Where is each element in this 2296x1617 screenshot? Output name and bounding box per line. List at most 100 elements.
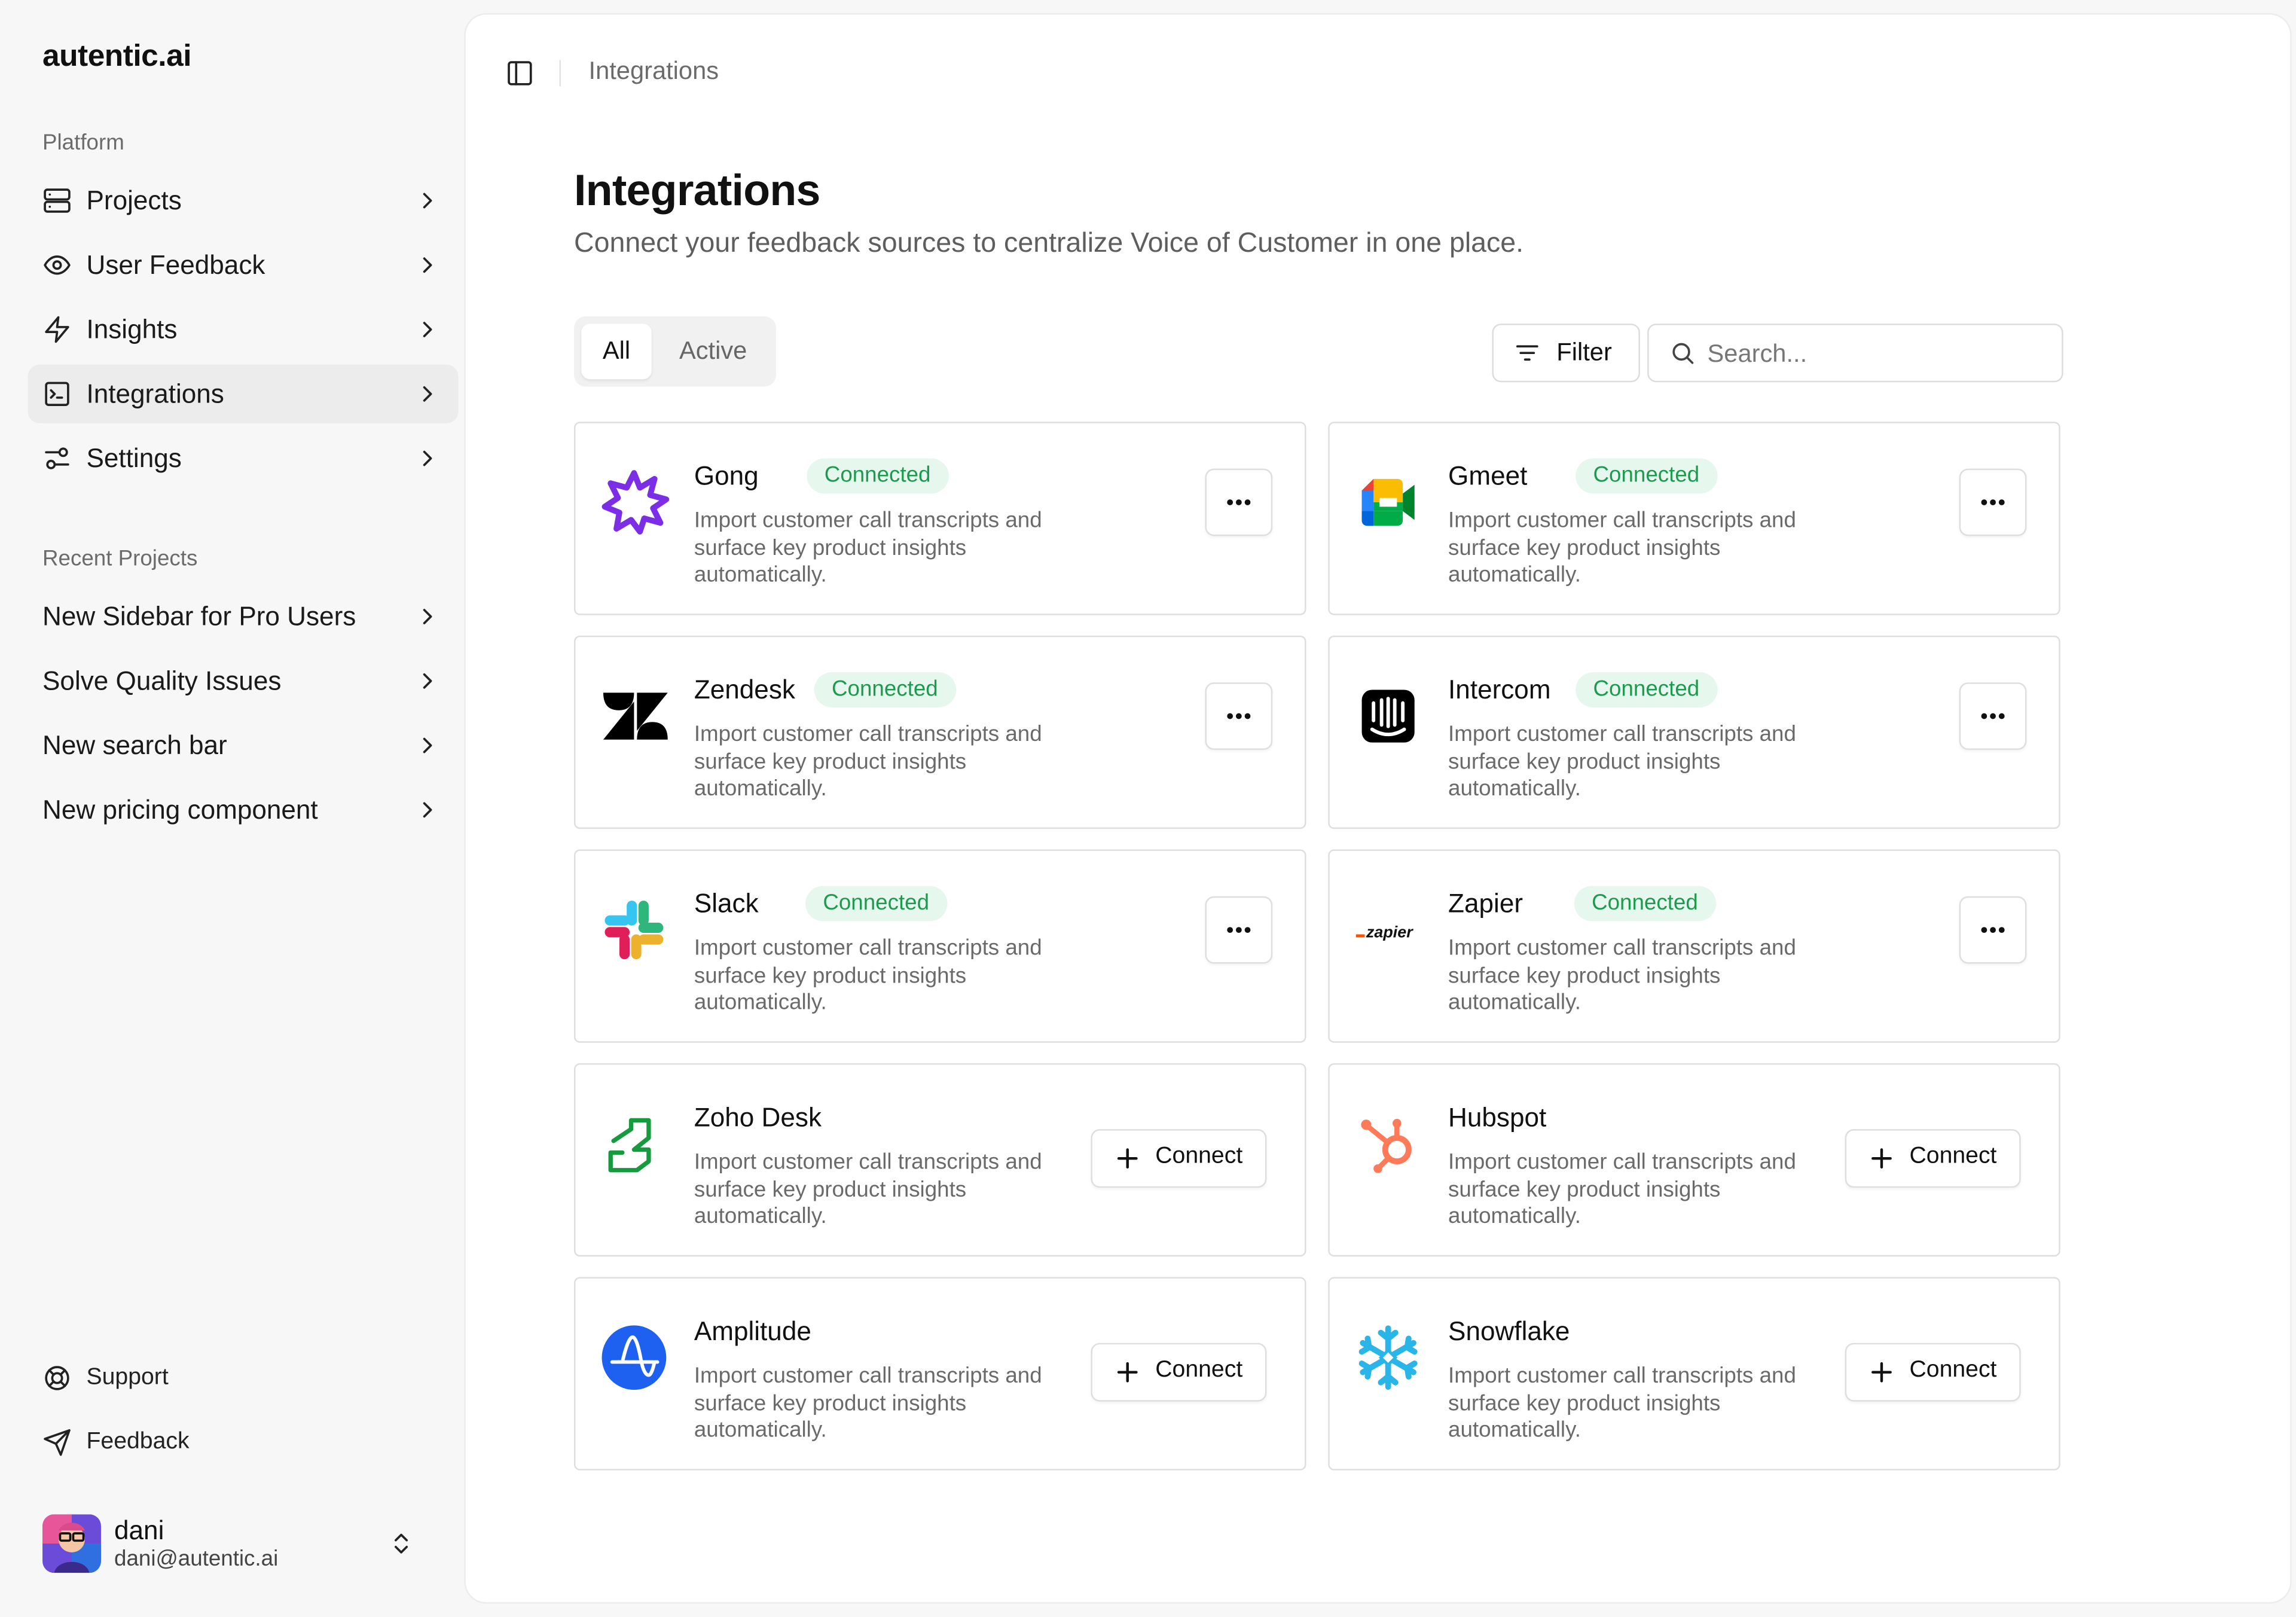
page-title: Integrations (574, 167, 820, 216)
avatar (42, 1514, 101, 1573)
brand-logo-text: autentic.ai (42, 39, 192, 74)
more-options-button[interactable] (1205, 682, 1273, 750)
user-menu[interactable]: dani dani@autentic.ai (28, 1503, 438, 1585)
chevron-right-icon (423, 450, 432, 466)
connect-button[interactable]: Connect (1091, 1343, 1267, 1402)
integration-description: Import customer call transcripts and sur… (1448, 935, 1796, 1015)
sidebar-item-label: Integrations (86, 379, 224, 409)
chevrons-up-down-icon (395, 1533, 408, 1554)
ellipsis-icon (1981, 927, 2005, 933)
integration-description: Import customer call transcripts and sur… (1448, 508, 1796, 588)
main-panel: Integrations Integrations Connect your f… (465, 14, 2291, 1603)
recent-project-item[interactable]: New search bar (28, 716, 459, 775)
integration-name: Snowflake (1448, 1316, 1570, 1346)
sidebar-item-label: Projects (86, 186, 182, 216)
plus-icon (1117, 1362, 1138, 1383)
chevron-right-icon (423, 193, 432, 209)
filter-lines-icon (1516, 345, 1538, 361)
plus-icon (1117, 1148, 1138, 1169)
sidebar-item-projects[interactable]: Projects (28, 172, 459, 230)
search-input[interactable] (1704, 334, 2047, 375)
more-options-button[interactable] (1205, 896, 1273, 964)
connect-button[interactable]: Connect (1845, 1343, 2021, 1402)
search-icon (1672, 343, 1694, 364)
integration-description: Import customer call transcripts and sur… (694, 722, 1042, 801)
integration-description: Import customer call transcripts and sur… (1448, 1149, 1796, 1229)
more-options-button[interactable] (1959, 682, 2027, 750)
connect-label: Connect (1909, 1357, 1997, 1383)
more-options-button[interactable] (1205, 468, 1273, 536)
connect-label: Connect (1155, 1143, 1243, 1169)
filter-label: Filter (1556, 338, 1612, 367)
breadcrumb-divider (559, 60, 561, 87)
support-label: Support (86, 1365, 169, 1390)
recent-project-item[interactable]: New Sidebar for Pro Users (28, 587, 459, 646)
hubspot-logo-icon (1361, 1119, 1412, 1173)
more-options-button[interactable] (1959, 896, 2027, 964)
integration-card-amplitude: Amplitude Import customer call transcrip… (574, 1277, 1306, 1470)
integration-name: Intercom (1448, 675, 1551, 704)
integration-name: Gmeet (1448, 461, 1528, 491)
chevron-right-icon (423, 257, 432, 273)
support-link[interactable]: Support (28, 1351, 459, 1404)
integration-description: Import customer call transcripts and sur… (1448, 1363, 1796, 1443)
chevron-right-icon (423, 737, 432, 753)
integration-name: Amplitude (694, 1316, 811, 1346)
status-badge: Connected (814, 672, 956, 707)
sidebar-item-insights[interactable]: Insights (28, 300, 459, 359)
eye-icon (44, 255, 71, 275)
sidebar: autentic.ai Platform Projects User Feedb… (0, 0, 466, 1617)
zendesk-logo-icon (603, 692, 668, 740)
more-options-button[interactable] (1959, 468, 2027, 536)
connect-button[interactable]: Connect (1845, 1129, 2021, 1188)
zapier-logo-icon: zapier (1355, 923, 1413, 941)
integration-name: Zapier (1448, 889, 1523, 919)
feedback-link[interactable]: Feedback (28, 1416, 459, 1469)
integration-description: Import customer call transcripts and sur… (694, 1363, 1042, 1443)
integration-name: Hubspot (1448, 1103, 1547, 1133)
recent-project-item[interactable]: Solve Quality Issues (28, 652, 459, 710)
status-badge: Connected (807, 458, 948, 494)
panel-left-icon[interactable] (505, 59, 535, 88)
sliders-icon (45, 447, 69, 469)
status-badge: Connected (1576, 458, 1717, 494)
svg-text:zapier: zapier (1366, 923, 1413, 941)
gong-logo-icon (602, 470, 670, 535)
integration-name: Zoho Desk (694, 1103, 822, 1133)
user-email: dani@autentic.ai (114, 1546, 279, 1572)
chevron-right-icon (423, 609, 432, 624)
recent-project-label: New pricing component (42, 795, 318, 825)
life-buoy-icon (45, 1366, 69, 1390)
filter-button[interactable]: Filter (1492, 324, 1640, 383)
integration-card-intercom: Intercom Connected Import customer call … (1328, 635, 2060, 829)
send-icon (44, 1429, 71, 1456)
chevron-right-icon (423, 322, 432, 337)
sidebar-item-integrations[interactable]: Integrations (28, 364, 459, 423)
tab-active[interactable]: Active (659, 324, 767, 379)
connect-button[interactable]: Connect (1091, 1129, 1267, 1188)
integration-description: Import customer call transcripts and sur… (1448, 722, 1796, 801)
integration-description: Import customer call transcripts and sur… (694, 935, 1042, 1015)
chevron-right-icon (423, 673, 432, 689)
sidebar-item-user-feedback[interactable]: User Feedback (28, 236, 459, 294)
integration-description: Import customer call transcripts and sur… (694, 508, 1042, 588)
status-badge: Connected (805, 886, 947, 922)
connect-label: Connect (1155, 1357, 1243, 1383)
recent-project-label: New Sidebar for Pro Users (42, 602, 356, 631)
chevron-right-icon (423, 386, 432, 402)
zoho-desk-logo-icon (608, 1118, 651, 1173)
plus-icon (1871, 1362, 1892, 1383)
sidebar-item-settings[interactable]: Settings (28, 429, 459, 488)
terminal-square-icon (45, 382, 69, 406)
ellipsis-icon (1981, 713, 2005, 719)
plus-icon (1871, 1148, 1892, 1169)
search-box (1647, 324, 2063, 383)
chevron-right-icon (423, 802, 432, 818)
integration-name: Gong (694, 461, 759, 491)
tab-all[interactable]: All (581, 324, 652, 380)
integration-name: Slack (694, 889, 759, 919)
recent-projects-label: Recent Projects (42, 546, 198, 572)
recent-project-item[interactable]: New pricing component (28, 780, 459, 839)
integration-card-hubspot: Hubspot Import customer call transcripts… (1328, 1063, 2060, 1257)
integration-card-gmeet: Gmeet Connected Import customer call tra… (1328, 422, 2060, 615)
